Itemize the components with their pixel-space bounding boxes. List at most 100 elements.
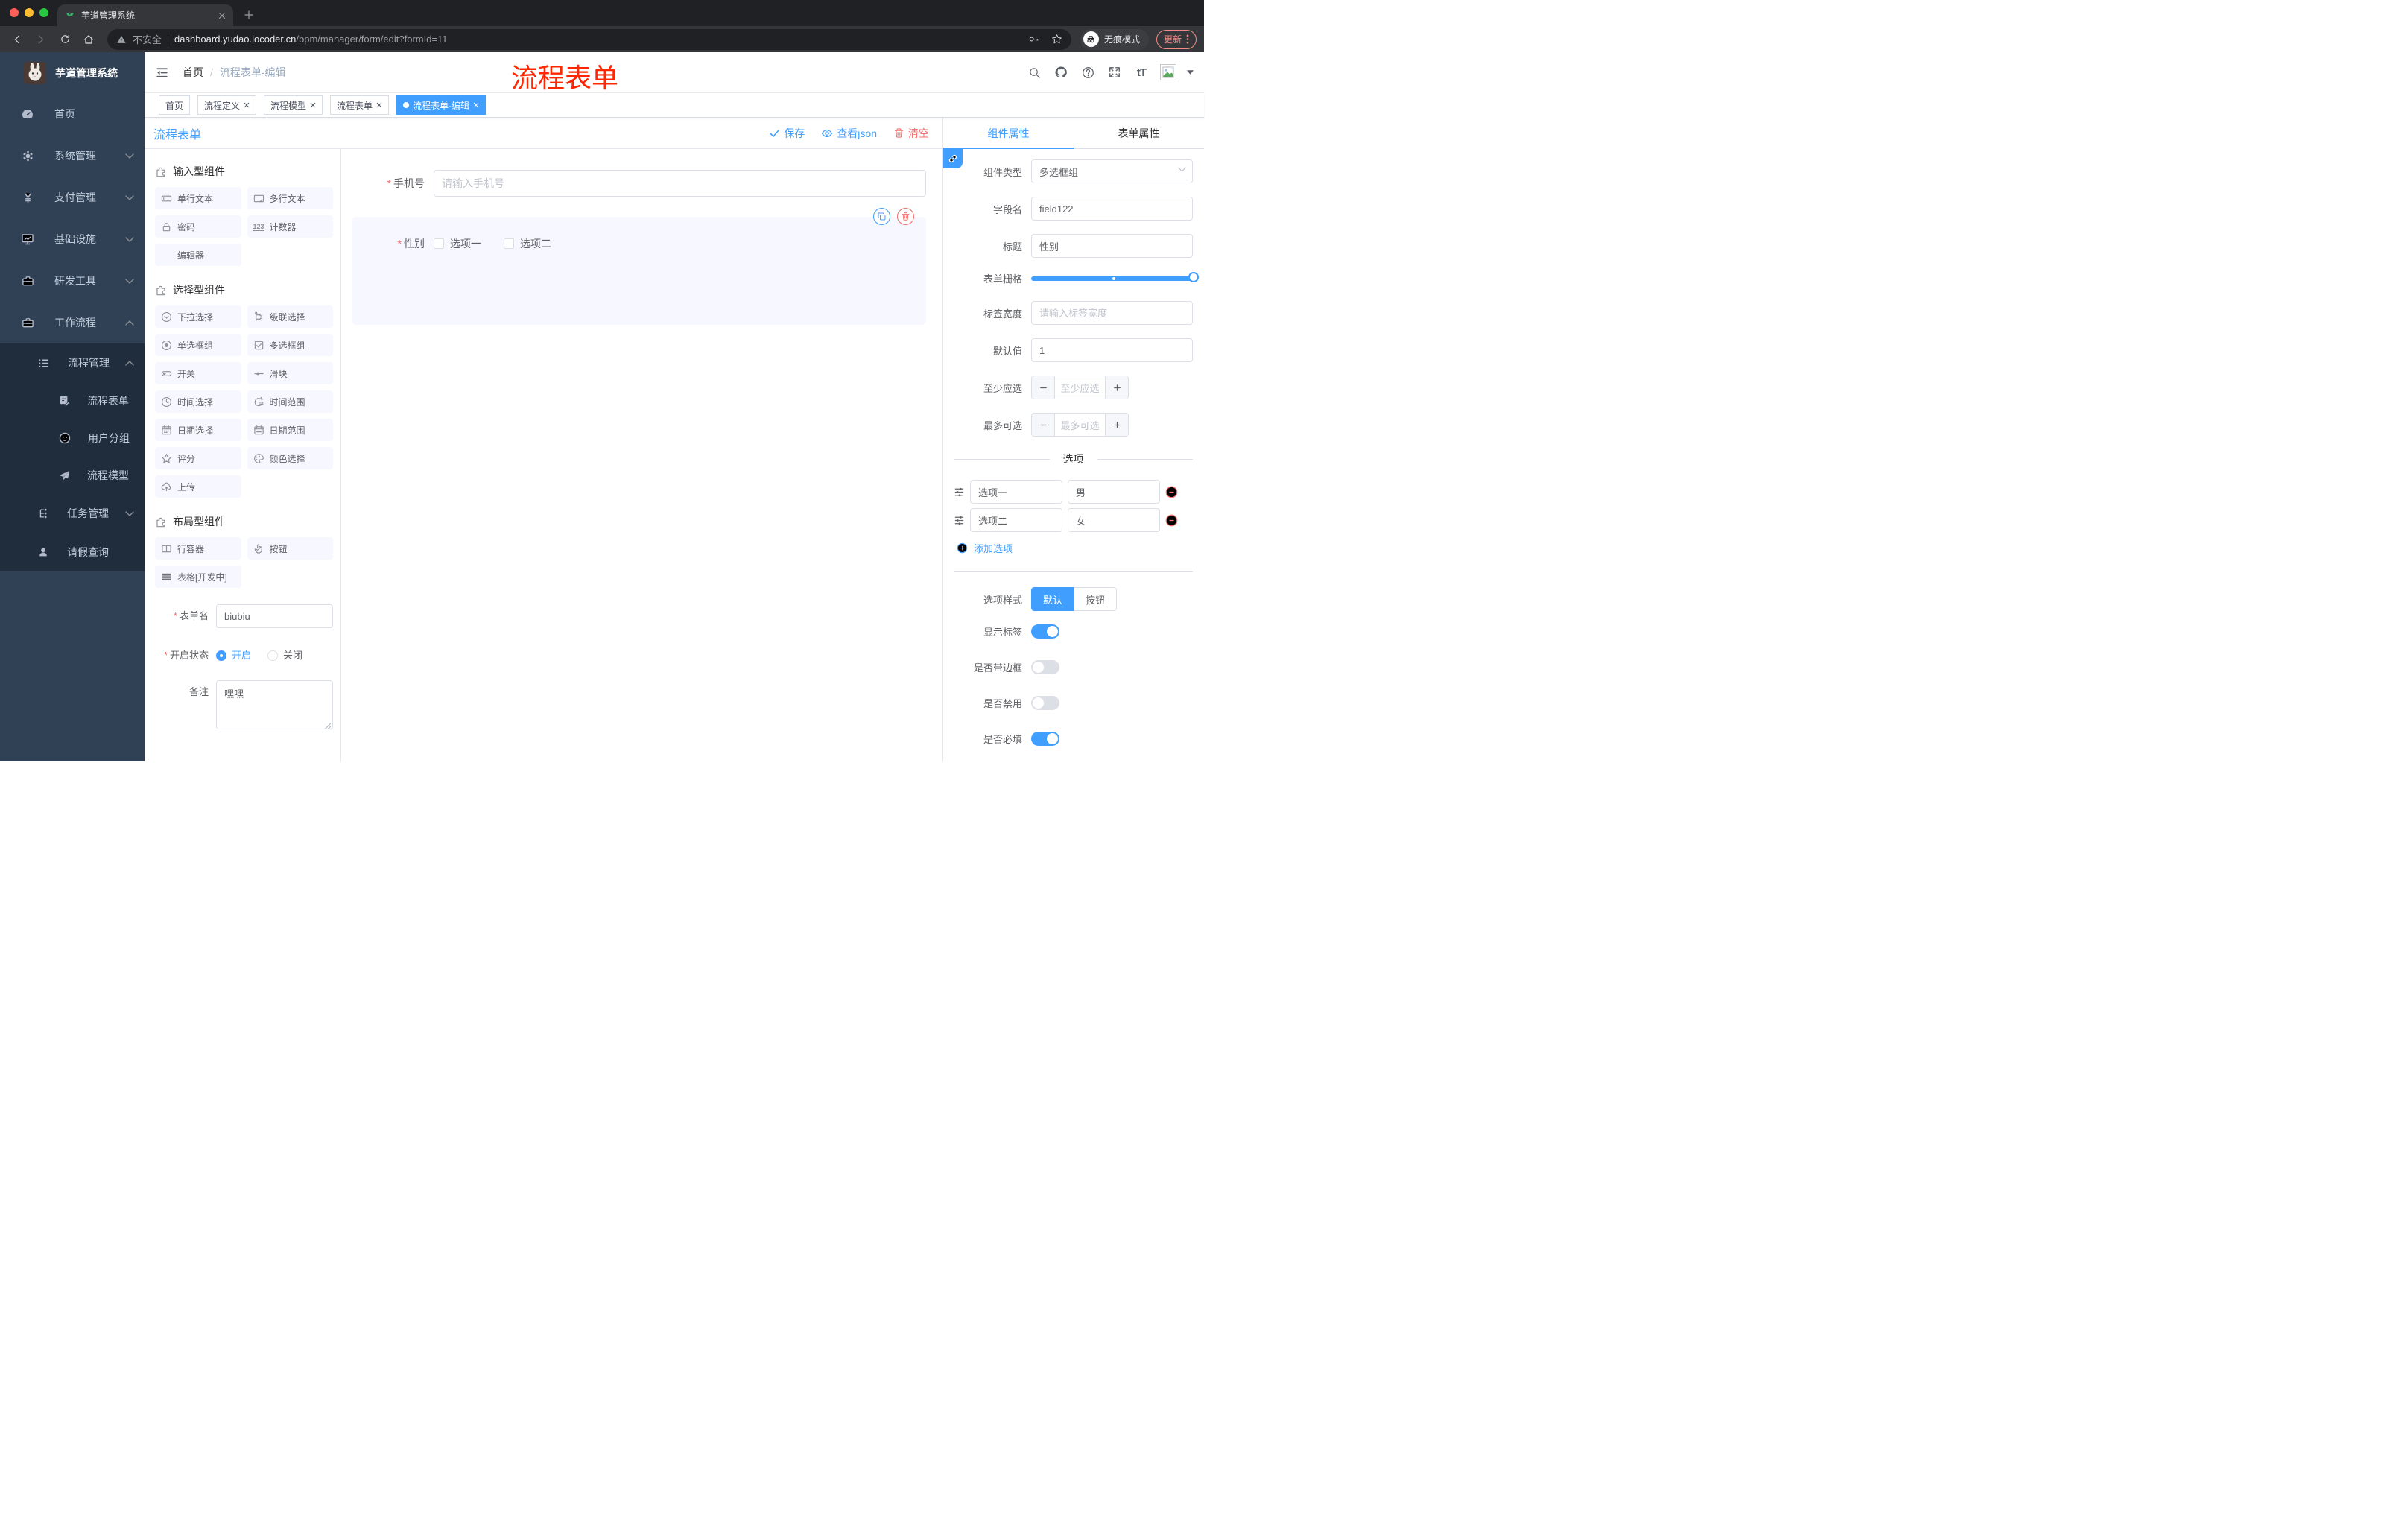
forward-button[interactable]: [31, 30, 51, 49]
sidebar-item-system[interactable]: 系统管理: [0, 135, 145, 177]
drag-handle-icon[interactable]: [954, 487, 965, 498]
sidebar-item-user-group[interactable]: 用户分组: [0, 419, 145, 457]
palette-item-password[interactable]: 密码: [155, 215, 241, 238]
window-zoom-button[interactable]: [39, 8, 48, 17]
palette-item-cascader[interactable]: 级联选择: [247, 305, 333, 328]
status-on-radio[interactable]: 开启: [216, 644, 251, 668]
decrease-button[interactable]: [1032, 414, 1055, 436]
form-canvas[interactable]: 手机号 性别 选项一: [341, 149, 942, 762]
browser-update-button[interactable]: 更新: [1156, 29, 1197, 49]
increase-button[interactable]: [1105, 376, 1128, 399]
remove-option-icon[interactable]: [1165, 514, 1178, 527]
tab-form-props[interactable]: 表单属性: [1074, 118, 1204, 148]
title-input[interactable]: [1031, 234, 1193, 258]
clear-button[interactable]: 清空: [893, 126, 929, 141]
tag-close-icon[interactable]: [376, 102, 382, 108]
palette-item-time-range[interactable]: 时间范围: [247, 390, 333, 413]
required-switch[interactable]: [1031, 732, 1059, 746]
tag-process-model[interactable]: 流程模型: [264, 95, 323, 115]
sidebar-item-workflow[interactable]: 工作流程: [0, 302, 145, 343]
avatar-caret-icon[interactable]: [1187, 70, 1194, 75]
tab-close-icon[interactable]: [218, 12, 226, 19]
component-type-select[interactable]: [1031, 159, 1193, 183]
palette-item-checkbox-group[interactable]: 多选框组: [247, 334, 333, 356]
view-json-button[interactable]: 查看json: [821, 126, 877, 141]
palette-item-switch[interactable]: 开关: [155, 362, 241, 384]
border-switch[interactable]: [1031, 660, 1059, 674]
palette-item-table[interactable]: 表格[开发中]: [155, 566, 241, 588]
palette-item-color-picker[interactable]: 颜色选择: [247, 447, 333, 469]
palette-item-row-container[interactable]: 行容器: [155, 537, 241, 560]
gender-option2-checkbox[interactable]: 选项二: [504, 236, 551, 251]
decrease-button[interactable]: [1032, 376, 1055, 399]
tag-process-form-edit[interactable]: 流程表单-编辑: [396, 95, 487, 115]
canvas-field-phone[interactable]: 手机号: [352, 170, 926, 197]
slider-handle[interactable]: [1188, 271, 1199, 282]
gender-option1-checkbox[interactable]: 选项一: [434, 236, 481, 251]
window-minimize-button[interactable]: [25, 8, 34, 17]
sidebar-item-leave-query[interactable]: 请假查询: [0, 533, 145, 571]
palette-item-radio-group[interactable]: 单选框组: [155, 334, 241, 356]
max-select-stepper[interactable]: 最多可选: [1031, 413, 1129, 437]
app-logo[interactable]: 芋道管理系统: [0, 52, 145, 93]
sidebar-item-process-mgmt[interactable]: 流程管理: [0, 343, 145, 382]
palette-item-rate[interactable]: 评分: [155, 447, 241, 469]
phone-input[interactable]: [434, 170, 926, 197]
fullscreen-icon[interactable]: [1106, 64, 1123, 80]
show-label-switch[interactable]: [1031, 624, 1059, 639]
browser-tab[interactable]: 芋道管理系统: [57, 4, 233, 26]
font-size-icon[interactable]: tT: [1133, 64, 1150, 80]
remark-textarea[interactable]: 嘿嘿: [216, 680, 333, 729]
link-tag-button[interactable]: [943, 149, 963, 168]
sidebar-item-payment[interactable]: 支付管理: [0, 177, 145, 218]
style-button-button[interactable]: 按钮: [1074, 587, 1118, 611]
field-name-input[interactable]: [1031, 197, 1193, 221]
label-width-input[interactable]: [1031, 301, 1193, 325]
delete-field-button[interactable]: [897, 208, 914, 225]
search-icon[interactable]: [1026, 64, 1042, 80]
sidebar-toggle-icon[interactable]: [155, 66, 169, 80]
palette-item-select[interactable]: 下拉选择: [155, 305, 241, 328]
sidebar-item-task-mgmt[interactable]: 任务管理: [0, 494, 145, 533]
increase-button[interactable]: [1105, 414, 1128, 436]
window-close-button[interactable]: [10, 8, 19, 17]
palette-item-slider[interactable]: 滑块: [247, 362, 333, 384]
avatar[interactable]: [1160, 64, 1176, 80]
palette-item-time-picker[interactable]: 时间选择: [155, 390, 241, 413]
palette-item-single-line-text[interactable]: 单行文本: [155, 187, 241, 209]
password-key-icon[interactable]: [1028, 34, 1039, 45]
tag-process-form[interactable]: 流程表单: [330, 95, 390, 115]
palette-item-multi-line-text[interactable]: 多行文本: [247, 187, 333, 209]
home-button[interactable]: [79, 30, 98, 49]
sidebar-item-process-form[interactable]: 流程表单: [0, 382, 145, 419]
form-grid-slider[interactable]: [1031, 271, 1199, 282]
tag-process-definition[interactable]: 流程定义: [197, 95, 257, 115]
window-controls[interactable]: [10, 8, 48, 17]
duplicate-field-button[interactable]: [873, 208, 890, 225]
tab-component-props[interactable]: 组件属性: [943, 118, 1074, 149]
option2-value-input[interactable]: [1068, 508, 1160, 532]
palette-item-button[interactable]: 按钮: [247, 537, 333, 560]
palette-item-upload[interactable]: 上传: [155, 475, 241, 498]
canvas-field-gender-selected[interactable]: 性别 选项一 选项二: [352, 208, 926, 325]
min-select-stepper[interactable]: 至少应选: [1031, 376, 1129, 399]
palette-item-date-range[interactable]: 日期范围: [247, 419, 333, 441]
palette-item-date-picker[interactable]: 日期选择: [155, 419, 241, 441]
address-bar[interactable]: 不安全 dashboard.yudao.iocoder.cn/bpm/manag…: [107, 28, 1071, 50]
sidebar-item-infra[interactable]: 基础设施: [0, 218, 145, 260]
new-tab-button[interactable]: [239, 5, 259, 25]
help-icon[interactable]: [1080, 64, 1096, 80]
back-button[interactable]: [7, 30, 27, 49]
reload-button[interactable]: [55, 30, 75, 49]
tag-close-icon[interactable]: [310, 102, 316, 108]
option1-label-input[interactable]: [970, 480, 1062, 504]
disabled-switch[interactable]: [1031, 696, 1059, 710]
palette-item-counter[interactable]: 123 计数器: [247, 215, 333, 238]
github-icon[interactable]: [1053, 64, 1069, 80]
drag-handle-icon[interactable]: [954, 515, 965, 526]
tag-close-icon[interactable]: [473, 102, 479, 108]
add-option-button[interactable]: 添加选项: [957, 541, 1193, 555]
sidebar-item-home[interactable]: 首页: [0, 93, 145, 135]
tag-home[interactable]: 首页: [159, 95, 191, 115]
option1-value-input[interactable]: [1068, 480, 1160, 504]
